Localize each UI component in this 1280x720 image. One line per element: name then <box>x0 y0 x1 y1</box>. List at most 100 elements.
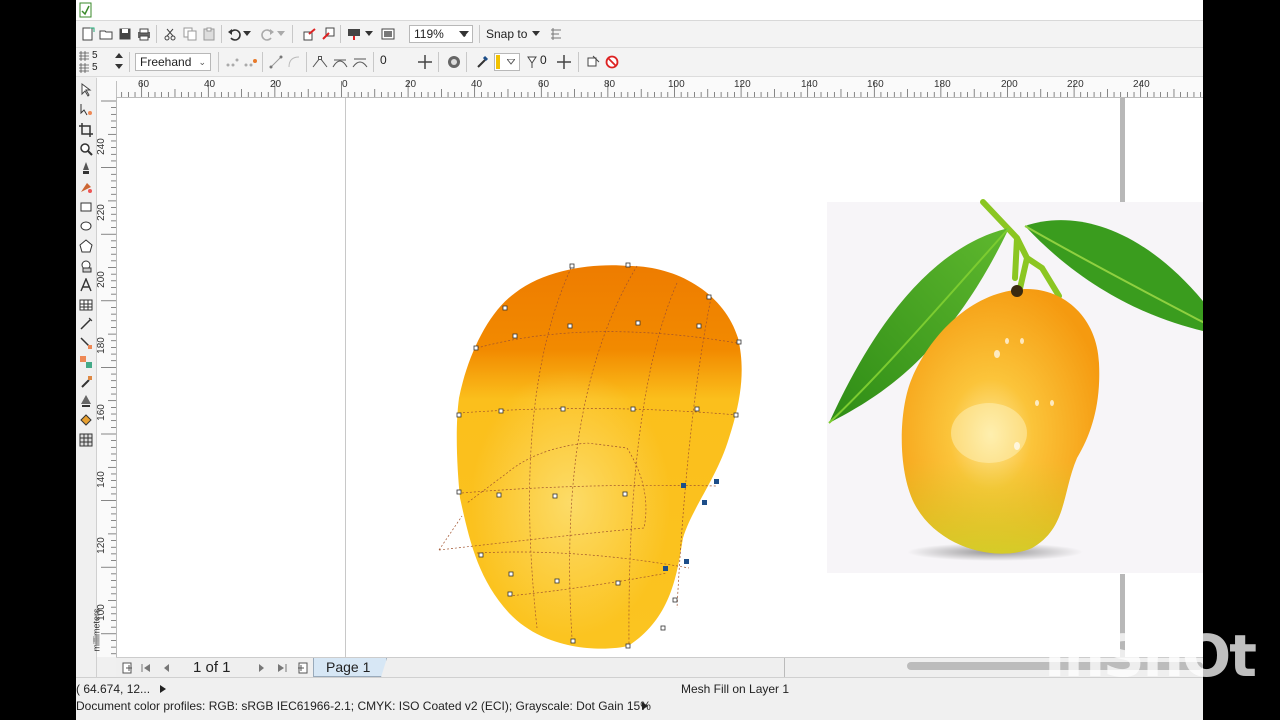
dimension-tool-icon[interactable] <box>78 316 94 332</box>
coreldraw-window: 119% ⌄ Snap to 5 5 Freehand ⌄ 0 <box>76 0 1203 720</box>
convert-to-curve-icon[interactable] <box>286 54 302 70</box>
ruler-label: 180 <box>95 337 107 354</box>
snap-to-button[interactable]: Snap to <box>486 25 541 43</box>
redo-icon[interactable] <box>260 26 276 42</box>
zoom-tool-icon[interactable] <box>78 141 94 157</box>
print-icon[interactable] <box>136 26 152 42</box>
delete-node-icon[interactable] <box>242 54 258 70</box>
smoothing-value-field[interactable]: 0 <box>380 53 387 67</box>
reference-mango-highlight <box>951 403 1027 463</box>
vertical-ruler[interactable]: 240 220 200 180 160 140 120 100 millimet… <box>92 97 117 657</box>
color-profiles[interactable]: Document color profiles: RGB: sRGB IEC61… <box>76 699 651 713</box>
page-shadow-edge <box>1120 98 1125 202</box>
transparency-icon[interactable] <box>524 54 540 70</box>
ruler-label: 60 <box>138 79 150 90</box>
publish-icon[interactable] <box>346 26 362 42</box>
transparency-value-field[interactable]: 0 <box>540 53 547 67</box>
crop-tool-icon[interactable] <box>78 122 94 138</box>
convert-to-line-icon[interactable] <box>268 54 284 70</box>
chevron-down-icon <box>507 59 515 65</box>
transparency-slider-icon[interactable] <box>556 54 572 70</box>
basic-shapes-tool-icon[interactable] <box>78 258 94 274</box>
mesh-columns-field[interactable]: 5 <box>92 62 98 73</box>
color-eyedropper-tool-icon[interactable] <box>78 374 94 390</box>
mango-mesh-object[interactable] <box>438 262 742 649</box>
copy-icon[interactable] <box>182 26 198 42</box>
mesh-fill-tool-icon[interactable] <box>78 432 94 448</box>
horizontal-ruler[interactable]: 60 40 20 0 20 40 60 80 100 120 140 160 1… <box>116 77 1203 98</box>
fill-bucket-tool-icon[interactable] <box>78 412 94 428</box>
interactive-fill-tool-icon[interactable] <box>78 393 94 409</box>
smoothing-slider-icon[interactable] <box>417 54 433 70</box>
snap-to-label: Snap to <box>486 27 528 41</box>
redo-dropdown-icon[interactable] <box>276 26 286 42</box>
drawing-canvas[interactable] <box>117 98 1203 657</box>
connector-tool-icon[interactable] <box>78 335 94 351</box>
pick-tool-icon[interactable] <box>78 82 94 98</box>
mesh-rows-spinner[interactable] <box>114 50 124 75</box>
save-icon[interactable] <box>117 26 133 42</box>
property-bar: 5 5 Freehand ⌄ 0 0 <box>76 48 1203 77</box>
smooth-node-icon[interactable] <box>332 54 348 70</box>
paste-icon[interactable] <box>201 26 217 42</box>
previous-page-icon[interactable] <box>158 660 174 676</box>
selection-mode-select[interactable]: Freehand ⌄ <box>135 53 211 71</box>
blend-tool-icon[interactable] <box>78 354 94 370</box>
inshot-watermark: InShOt <box>1044 622 1257 690</box>
ruler-corner[interactable] <box>97 77 117 98</box>
publish-dropdown-icon[interactable] <box>364 26 374 42</box>
first-page-icon[interactable] <box>138 660 154 676</box>
reference-mango-image[interactable] <box>827 199 1203 573</box>
next-page-icon[interactable] <box>254 660 270 676</box>
cursor-position-arrow-icon[interactable] <box>158 681 168 697</box>
ruler-label: 200 <box>95 271 107 288</box>
open-icon[interactable] <box>98 26 114 42</box>
freehand-tool-icon[interactable] <box>78 160 94 176</box>
text-tool-icon[interactable] <box>78 277 94 293</box>
polygon-tool-icon[interactable] <box>78 238 94 254</box>
shape-tool-icon[interactable] <box>78 102 94 118</box>
table-tool-icon[interactable] <box>78 297 94 313</box>
mango-highlight <box>456 265 742 649</box>
alignment-guides-icon[interactable] <box>548 26 564 42</box>
eyedropper-icon[interactable] <box>474 54 490 70</box>
add-page-after-icon[interactable] <box>294 660 310 676</box>
ruler-label: 220 <box>95 204 107 221</box>
ruler-label: 100 <box>668 79 685 90</box>
vertical-ruler-ticks <box>101 100 116 655</box>
symmetrical-node-icon[interactable] <box>352 54 368 70</box>
cursor-position: ( 64.674, 12... <box>76 682 151 696</box>
ruler-label: 220 <box>1067 79 1084 90</box>
app-icon <box>78 2 94 18</box>
full-screen-icon[interactable] <box>380 26 396 42</box>
color-profiles-arrow-icon[interactable] <box>640 698 650 714</box>
undo-icon[interactable] <box>226 26 242 42</box>
zoom-options-icon[interactable] <box>456 26 472 42</box>
fill-color-picker[interactable] <box>494 53 520 71</box>
ellipse-tool-icon[interactable] <box>78 218 94 234</box>
ruler-label: 120 <box>95 537 107 554</box>
add-node-icon[interactable] <box>224 54 240 70</box>
ruler-label: 160 <box>95 404 107 421</box>
copy-mesh-properties-icon[interactable] <box>586 54 602 70</box>
ruler-label: 180 <box>934 79 951 90</box>
undo-dropdown-icon[interactable] <box>242 26 252 42</box>
rectangle-tool-icon[interactable] <box>78 199 94 215</box>
smooth-mesh-color-icon[interactable] <box>446 54 462 70</box>
ruler-label: 0 <box>342 79 348 90</box>
last-page-icon[interactable] <box>274 660 290 676</box>
new-document-icon[interactable] <box>80 26 96 42</box>
add-page-before-icon[interactable] <box>120 660 136 676</box>
smart-fill-tool-icon[interactable] <box>78 179 94 195</box>
export-icon[interactable] <box>320 26 336 42</box>
page-tab-1[interactable]: Page 1 <box>313 658 387 677</box>
page-navigator: 1 of 1 Page 1 <box>116 657 1203 678</box>
mesh-rows-field[interactable]: 5 <box>92 50 98 61</box>
import-icon[interactable] <box>302 26 318 42</box>
canvas-artwork <box>345 98 1203 657</box>
cut-icon[interactable] <box>162 26 178 42</box>
page-counter: 1 of 1 <box>193 659 231 676</box>
cusp-node-icon[interactable] <box>312 54 328 70</box>
clear-mesh-icon[interactable] <box>604 54 620 70</box>
selection-mode-value: Freehand <box>140 55 192 69</box>
